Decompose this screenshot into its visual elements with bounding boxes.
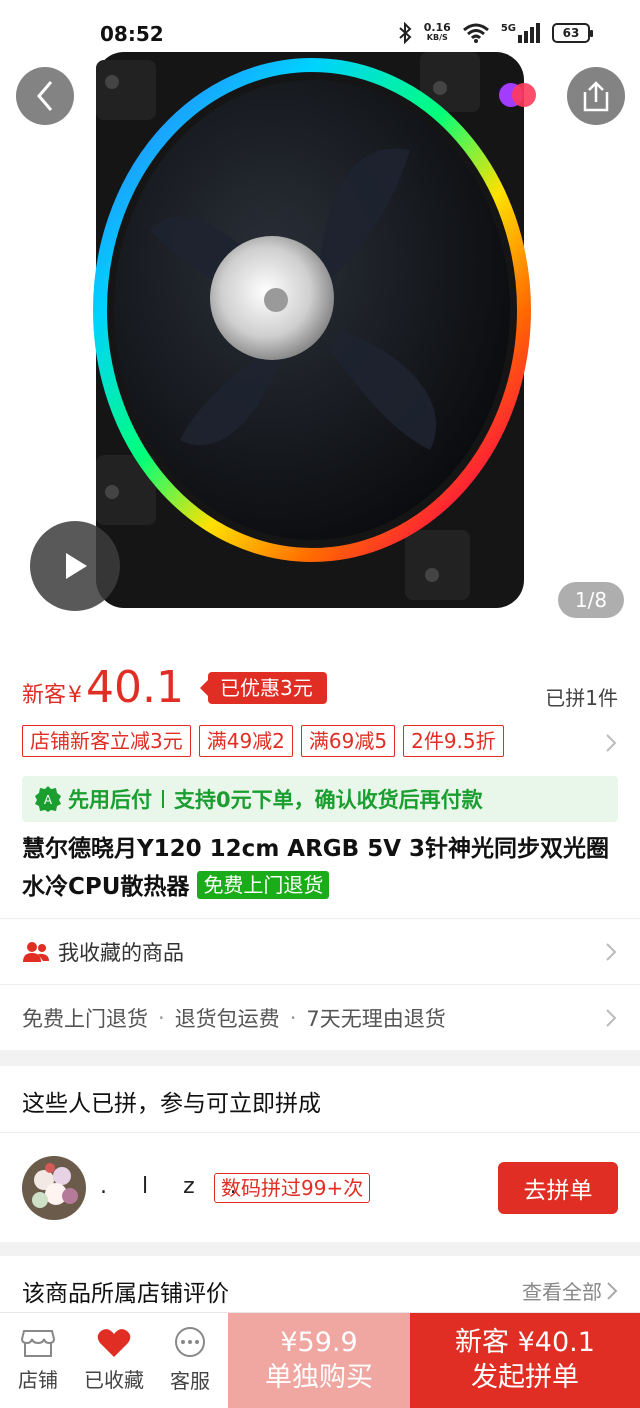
product-info-card: 新客 ¥ 40.1 已优惠3元 已拼1件 店铺新客立减3元 满49减2 满69减… [0,636,640,1050]
start-group-buy-button[interactable]: 新客 ¥40.1 发起拼单 [410,1313,640,1408]
chat-icon [175,1327,205,1357]
pay-later-badge-icon: A [35,786,61,812]
bottom-action-bar: 店铺 已收藏 客服 ¥59.9 单独购买 新客 ¥40.1 发起拼单 [0,1312,640,1408]
status-time: 08:52 [100,22,164,46]
product-title: 慧尔德晓月Y120 12cm ARGB 5V 3针神光同步双光圈水冷CPU散热器… [22,830,622,906]
chevron-right-icon [606,1008,617,1027]
product-gallery[interactable]: 08:52 0.16 KB/S 5G 63 1/8 [0,0,640,636]
service-item: 7天无理由退货 [306,1006,446,1031]
favorites-label: 我收藏的商品 [58,940,184,965]
group-buy-label: 发起拼单 [471,1361,579,1393]
play-icon [66,553,87,579]
separator-dot: · [158,1005,165,1030]
net-speed-value: 0.16 [423,21,451,34]
favorite-button[interactable]: 已收藏 [76,1313,152,1408]
sold-count: 已拼1件 [545,686,618,710]
coupon-tag[interactable]: 满69减5 [300,725,396,757]
price-row: 新客 ¥ 40.1 [22,666,184,710]
status-bar: 08:52 0.16 KB/S 5G 63 [0,0,640,72]
service-item: 退货包运费 [174,1006,280,1031]
favorited-label: 已收藏 [84,1368,144,1392]
signal-icon: 5G [501,23,540,43]
pay-later-banner[interactable]: A 先用后付 支持0元下单，确认收货后再付款 [22,776,618,822]
share-icon [583,81,609,112]
svg-text:A: A [44,793,53,807]
chevron-right-icon [606,942,617,961]
share-button[interactable] [567,67,625,125]
net-speed: 0.16 KB/S [423,21,451,43]
heart-icon [97,1329,131,1357]
chevron-right-icon[interactable] [604,732,618,754]
favorites-row[interactable]: 我收藏的商品 [0,918,640,984]
store-icon [21,1330,55,1357]
store-button[interactable]: 店铺 [0,1313,76,1408]
group-buy-heading: 这些人已拼，参与可立即拼成 [22,1091,321,1117]
divider [162,790,164,808]
group-buy-price: 新客 ¥40.1 [455,1326,595,1358]
chevron-left-icon [37,81,53,111]
free-return-badge: 免费上门退货 [197,871,330,899]
signal-label: 5G [500,23,516,34]
service-guarantee-row[interactable]: 免费上门退货 · 退货包运费 · 7天无理由退货 [0,984,640,1050]
join-group-button[interactable]: 去拼单 [498,1162,618,1214]
currency-symbol: ¥ [68,683,83,708]
chevron-right-icon [607,1281,618,1300]
service-label: 客服 [170,1369,210,1393]
coupon-tag[interactable]: 店铺新客立减3元 [22,725,191,757]
pay-later-title: 先用后付 [68,788,152,812]
play-video-button[interactable] [30,521,120,611]
net-speed-unit: KB/S [426,33,448,42]
people-icon [23,941,49,962]
buy-alone-button[interactable]: ¥59.9 单独购买 [228,1313,410,1408]
bluetooth-icon [399,22,412,44]
battery-icon: 63 [552,23,593,43]
pay-later-desc: 支持0元下单，确认收货后再付款 [174,788,483,812]
view-all-label: 查看全部 [522,1280,602,1304]
service-item: 免费上门退货 [22,1006,148,1031]
status-icons: 0.16 KB/S 5G 63 [398,21,593,44]
customer-service-button[interactable]: 客服 [152,1313,228,1408]
user-badge: 数码拼过99+次 [214,1173,371,1203]
store-label: 店铺 [18,1368,58,1392]
wifi-icon [462,23,489,43]
group-buy-card: 这些人已拼，参与可立即拼成 . l z . 数码拼过99+次 去拼单 [0,1066,640,1242]
back-button[interactable] [16,67,74,125]
avatar [22,1156,86,1220]
gallery-page-indicator: 1/8 [558,582,624,618]
separator-dot: · [289,1005,297,1030]
price-amount: 40.1 [86,662,184,713]
brand-logo-icon[interactable] [497,80,537,110]
buy-alone-price: ¥59.9 [280,1326,358,1358]
store-review-title: 该商品所属店铺评价 [22,1281,229,1307]
coupon-tag[interactable]: 2件9.5折 [403,725,504,757]
new-customer-label: 新客 [22,683,67,708]
discount-tag: 已优惠3元 [200,672,327,704]
divider [0,1132,640,1133]
view-all-link[interactable]: 查看全部 [522,1276,618,1305]
buy-alone-label: 单独购买 [265,1361,373,1393]
coupon-tag[interactable]: 满49减2 [198,725,293,757]
coupon-list[interactable]: 店铺新客立减3元 满49减2 满69减5 2件9.5折 [22,725,504,757]
